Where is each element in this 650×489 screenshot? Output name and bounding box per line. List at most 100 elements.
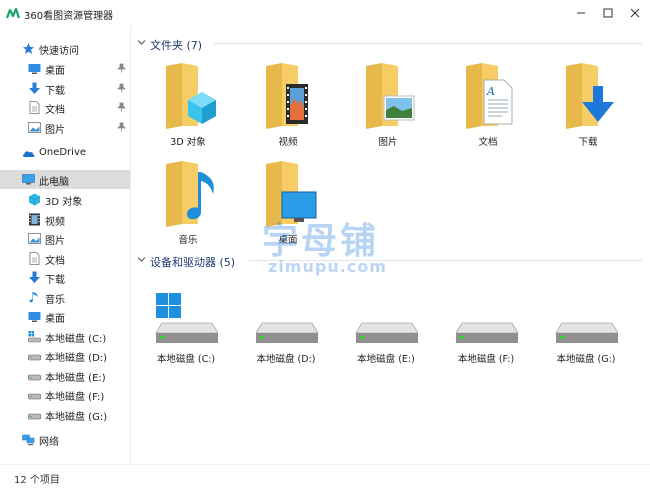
group-title: 设备和驱动器 (5) [150,256,236,269]
system-drive-icon [155,293,219,343]
minimize-button[interactable] [568,0,594,26]
close-button[interactable] [622,0,648,26]
item-count: 12 个项目 [14,475,60,486]
drive-label: 本地磁盘 (C:) [156,354,216,365]
folder-3d-objects-icon [166,63,216,129]
sidebar-item-desktop-pc[interactable]: 桌面 [0,307,130,326]
sidebar-item-onedrive[interactable]: OneDrive [0,144,130,163]
drive-label: 本地磁盘 (D:) [256,354,316,365]
drive-e[interactable]: 本地磁盘 (E:) [336,293,436,369]
sidebar-item-label: 下载 [45,86,65,97]
computer-icon [22,174,35,185]
tile-label: 音乐 [178,235,198,246]
drive-label: 本地磁盘 (G:) [556,354,616,365]
sidebar-item-label: 图片 [45,236,65,247]
sidebar-item-label: 本地磁盘 (G:) [45,412,108,423]
sidebar-item-downloads-pc[interactable]: 下载 [0,268,130,287]
folder-documents[interactable]: A 文档 [440,62,536,154]
sidebar-item-downloads[interactable]: 下载 [0,79,130,98]
folder-videos-icon [266,63,308,129]
drive-icon [555,322,619,343]
sidebar-item-label: 文档 [45,256,65,267]
pin-icon[interactable] [117,102,126,112]
sidebar-item-drive-c[interactable]: 本地磁盘 (C:) [0,327,130,346]
drive-icon [28,374,41,381]
pin-icon[interactable] [117,122,126,132]
maximize-button[interactable] [595,0,621,26]
folder-music-icon [166,161,214,227]
drive-c[interactable]: 本地磁盘 (C:) [136,293,236,369]
sidebar-item-label: 网络 [39,437,59,448]
sidebar-item-label: 本地磁盘 (F:) [45,392,105,403]
chevron-down-icon[interactable] [137,38,146,47]
drive-icon [28,413,41,420]
sidebar-item-documents-pc[interactable]: 文档 [0,249,130,268]
content-pane: 文件夹 (7) 3D 对象 视频 图片 A 文档 下载 音乐 桌面 设备和驱动器… [131,26,650,464]
drive-icon [255,322,319,343]
sidebar-item-music[interactable]: 音乐 [0,288,130,307]
sidebar-item-drive-g[interactable]: 本地磁盘 (G:) [0,405,130,424]
sidebar-item-pictures[interactable]: 图片 [0,118,130,137]
window-title: 360看图资源管理器 [24,11,114,22]
drive-f[interactable]: 本地磁盘 (F:) [436,293,536,369]
sidebar-item-label: 下载 [45,275,65,286]
sidebar-item-label: OneDrive [39,147,87,158]
pin-icon[interactable] [117,63,126,73]
sidebar-item-drive-f[interactable]: 本地磁盘 (F:) [0,385,130,404]
drive-icon [28,354,41,361]
drive-label: 本地磁盘 (E:) [357,354,415,365]
folder-videos[interactable]: 视频 [240,62,336,154]
sidebar-item-network[interactable]: 网络 [0,430,130,449]
group-header-devices[interactable]: 设备和驱动器 (5) [131,251,650,269]
sidebar-item-3d-objects[interactable]: 3D 对象 [0,190,130,209]
tile-label: 3D 对象 [170,137,206,148]
desktop-icon [28,312,41,322]
desktop-icon [28,64,41,74]
sidebar-item-quick-access[interactable]: 快速访问 [0,39,130,58]
folder-documents-icon: A [466,63,513,129]
chevron-down-icon[interactable] [137,255,146,264]
cloud-icon [23,151,35,157]
sidebar-item-label: 本地磁盘 (C:) [45,334,107,345]
download-arrow-icon [29,82,40,94]
sidebar-item-label: 本地磁盘 (E:) [45,373,106,384]
sidebar-item-label: 快速访问 [39,46,79,57]
status-bar: 12 个项目 [0,464,650,489]
folder-music[interactable]: 音乐 [140,160,236,252]
drive-icon [455,322,519,343]
picture-icon [28,233,41,244]
sidebar-item-label: 图片 [45,125,65,136]
watermark-url: zimupu.com [268,257,387,276]
sidebar-item-documents[interactable]: 文档 [0,98,130,117]
sidebar-item-videos[interactable]: 视频 [0,210,130,229]
drive-label: 本地磁盘 (F:) [457,354,515,365]
drive-icon [355,322,419,343]
sidebar-item-this-pc[interactable]: 此电脑 [0,170,130,189]
drive-g[interactable]: 本地磁盘 (G:) [536,293,636,369]
tile-label: 文档 [478,137,498,148]
picture-icon [28,122,41,133]
navigation-pane: 快速访问 桌面 下载 文档 图片 OneDrive 此电脑 3D 对象 视频 图… [0,26,131,464]
group-header-folders[interactable]: 文件夹 (7) [131,34,650,52]
sidebar-item-drive-d[interactable]: 本地磁盘 (D:) [0,346,130,365]
folder-downloads[interactable]: 下载 [540,62,636,154]
sidebar-item-pictures-pc[interactable]: 图片 [0,229,130,248]
app-logo-icon [6,7,20,19]
sidebar-item-label: 3D 对象 [45,197,83,208]
folder-3d-objects[interactable]: 3D 对象 [140,62,236,154]
sidebar-item-label: 音乐 [45,295,65,306]
folder-pictures[interactable]: 图片 [340,62,436,154]
drive-d[interactable]: 本地磁盘 (D:) [236,293,336,369]
sidebar-item-label: 此电脑 [39,177,69,188]
tile-label: 视频 [278,137,298,148]
sidebar-item-label: 视频 [45,217,65,228]
film-icon [29,213,40,226]
pin-icon[interactable] [117,83,126,93]
sidebar-item-label: 桌面 [45,314,65,325]
sidebar-item-drive-e[interactable]: 本地磁盘 (E:) [0,366,130,385]
close-icon [630,8,640,18]
drive-icon [28,393,41,400]
document-icon [29,252,40,265]
maximize-icon [603,8,613,18]
sidebar-item-desktop[interactable]: 桌面 [0,59,130,78]
